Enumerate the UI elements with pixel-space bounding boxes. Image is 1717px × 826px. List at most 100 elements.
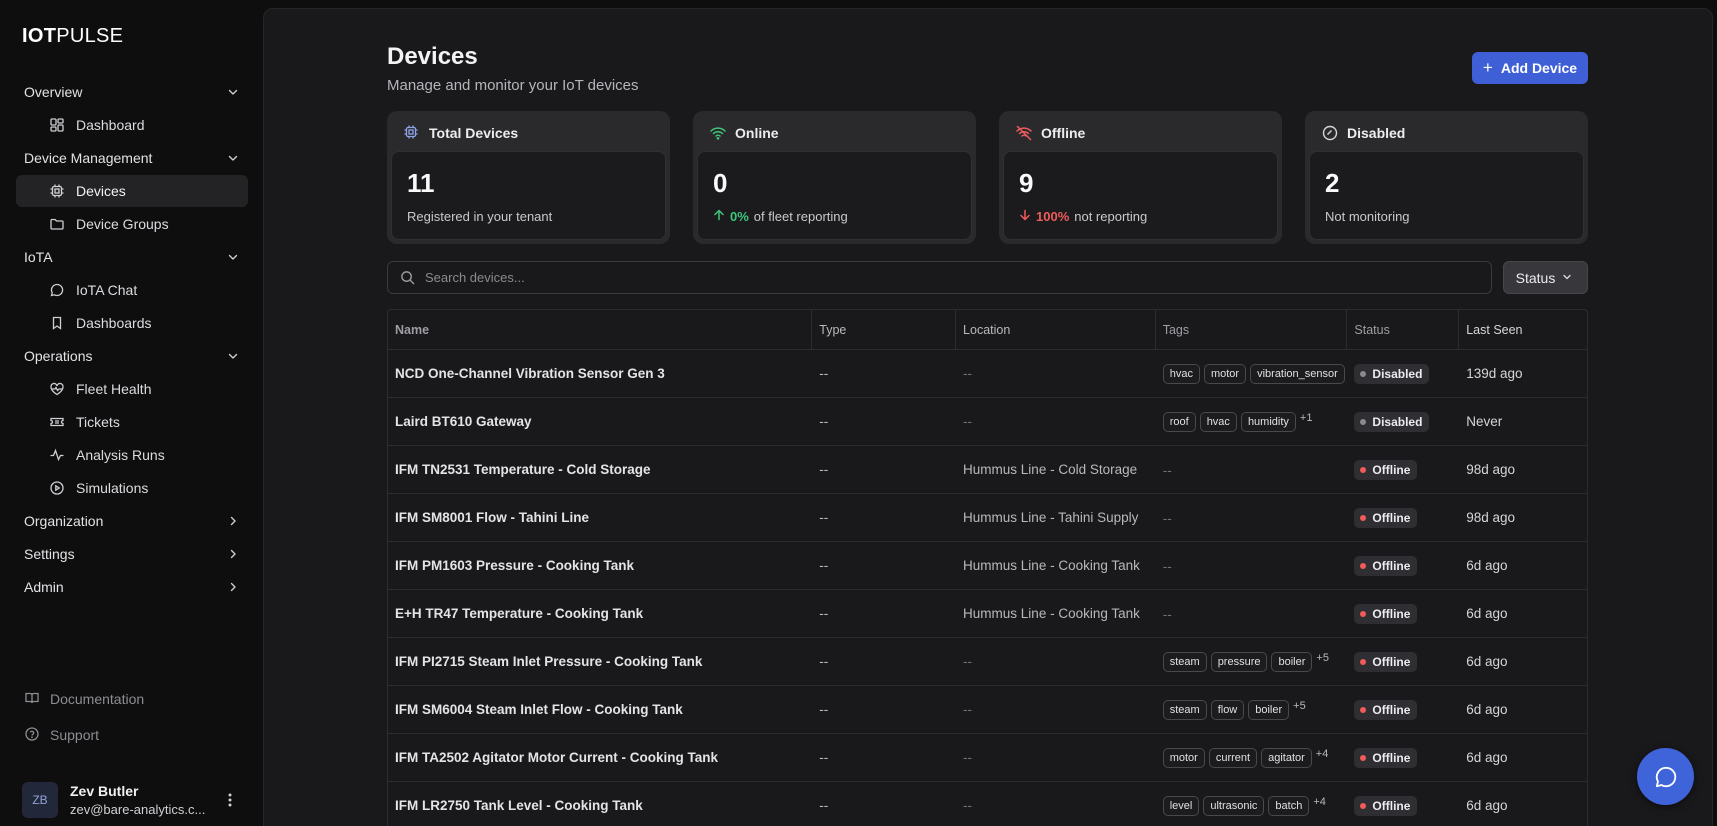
table-row[interactable]: NCD One-Channel Vibration Sensor Gen 3 --… xyxy=(388,350,1587,398)
stat-description-text: Not monitoring xyxy=(1325,209,1410,224)
status-cell: Offline xyxy=(1347,686,1459,733)
sidebar-item-label: Analysis Runs xyxy=(76,447,165,463)
device-name[interactable]: E+H TR47 Temperature - Cooking Tank xyxy=(388,590,812,637)
nav-section-iota[interactable]: IoTA xyxy=(16,242,248,272)
sidebar-item-label: Dashboards xyxy=(76,315,152,331)
device-location: -- xyxy=(963,366,973,381)
status-badge: Disabled xyxy=(1354,411,1430,432)
sidebar-link-documentation[interactable]: Documentation xyxy=(16,684,248,714)
nav-section-admin[interactable]: Admin xyxy=(16,572,248,602)
sidebar-item-fleet-health[interactable]: Fleet Health xyxy=(16,373,248,405)
device-name[interactable]: IFM PI2715 Steam Inlet Pressure - Cookin… xyxy=(388,638,812,685)
device-location: Hummus Line - Cooking Tank xyxy=(963,558,1140,573)
table-row[interactable]: IFM SM6004 Steam Inlet Flow - Cooking Ta… xyxy=(388,686,1587,734)
nav-section-label: Overview xyxy=(24,84,83,100)
device-name[interactable]: NCD One-Channel Vibration Sensor Gen 3 xyxy=(388,350,812,397)
last-seen: 6d ago xyxy=(1466,798,1508,813)
nav-section-settings[interactable]: Settings xyxy=(16,539,248,569)
column-header-tags[interactable]: Tags xyxy=(1156,310,1348,349)
table-row[interactable]: IFM PI2715 Steam Inlet Pressure - Cookin… xyxy=(388,638,1587,686)
column-header-last-seen[interactable]: Last Seen xyxy=(1459,310,1587,349)
device-name[interactable]: IFM SM6004 Steam Inlet Flow - Cooking Ta… xyxy=(388,686,812,733)
sidebar-item-label: Fleet Health xyxy=(76,381,152,397)
sidebar-item-label: Simulations xyxy=(76,480,149,496)
sidebar-item-label: Dashboard xyxy=(76,117,145,133)
folder-icon xyxy=(48,215,66,233)
sidebar-item-analysis-runs[interactable]: Analysis Runs xyxy=(16,439,248,471)
sidebar-item-dashboards[interactable]: Dashboards xyxy=(16,307,248,339)
last-seen: 98d ago xyxy=(1466,510,1516,525)
search-input[interactable] xyxy=(425,270,1425,285)
last-seen: 6d ago xyxy=(1466,702,1508,717)
device-name[interactable]: Laird BT610 Gateway xyxy=(388,398,812,445)
device-location: Hummus Line - Tahini Supply xyxy=(963,510,1139,525)
sidebar-link-support[interactable]: Support xyxy=(16,720,248,750)
device-type: -- xyxy=(819,366,829,381)
table-row[interactable]: IFM TN2531 Temperature - Cold Storage -- H… xyxy=(388,446,1587,494)
status-cell: Offline xyxy=(1347,638,1459,685)
status-filter-button[interactable]: Status xyxy=(1503,261,1588,294)
device-name[interactable]: IFM TN2531 Temperature - Cold Storage xyxy=(388,446,812,493)
more-tags-count: +1 xyxy=(1299,412,1313,424)
device-name[interactable]: IFM TA2502 Agitator Motor Current - Cook… xyxy=(388,734,812,781)
chat-fab-button[interactable] xyxy=(1637,748,1694,805)
column-header-type[interactable]: Type xyxy=(812,310,957,349)
nav-section-overview[interactable]: Overview xyxy=(16,77,248,107)
more-options-icon[interactable] xyxy=(222,790,238,810)
stat-description: Not monitoring xyxy=(1325,209,1410,224)
nav-section-organization[interactable]: Organization xyxy=(16,506,248,536)
device-tags: -- xyxy=(1156,494,1348,541)
stat-description-text: Registered in your tenant xyxy=(407,209,553,224)
status-cell: Offline xyxy=(1347,782,1459,826)
device-location: -- xyxy=(963,798,973,813)
tag-chip: boiler xyxy=(1271,652,1313,672)
status-label: Offline xyxy=(1372,750,1411,765)
sidebar-item-label: Tickets xyxy=(76,414,120,430)
bookmark-icon xyxy=(48,314,66,332)
search-box[interactable] xyxy=(387,261,1492,294)
sidebar-item-devices[interactable]: Devices xyxy=(16,175,248,207)
tag-chip: flow xyxy=(1210,700,1245,720)
empty-tags: -- xyxy=(1162,510,1172,526)
device-type: -- xyxy=(819,414,829,429)
chevron-down-icon xyxy=(1561,271,1575,285)
sidebar-item-tickets[interactable]: Tickets xyxy=(16,406,248,438)
device-type: -- xyxy=(819,606,829,621)
sidebar-item-simulations[interactable]: Simulations xyxy=(16,472,248,504)
device-type: -- xyxy=(819,702,829,717)
table-row[interactable]: IFM LR2750 Tank Level - Cooking Tank -- --… xyxy=(388,782,1587,826)
table-header: Name Type Location Tags Status Last Seen xyxy=(388,310,1587,350)
table-row[interactable]: E+H TR47 Temperature - Cooking Tank -- Hum… xyxy=(388,590,1587,638)
tag-chip: current xyxy=(1208,748,1258,768)
device-name[interactable]: IFM LR2750 Tank Level - Cooking Tank xyxy=(388,782,812,826)
column-header-location[interactable]: Location xyxy=(956,310,1156,349)
table-row[interactable]: IFM PM1603 Pressure - Cooking Tank -- Humm… xyxy=(388,542,1587,590)
nav-section-device-management[interactable]: Device Management xyxy=(16,143,248,173)
table-row[interactable]: IFM TA2502 Agitator Motor Current - Cook… xyxy=(388,734,1587,782)
play-circle-icon xyxy=(48,479,66,497)
column-header-status[interactable]: Status xyxy=(1347,310,1460,349)
device-tags: -- xyxy=(1156,542,1348,589)
chevron-right-icon xyxy=(226,580,240,594)
sidebar-item-device-groups[interactable]: Device Groups xyxy=(16,208,248,240)
device-tags: -- xyxy=(1156,590,1348,637)
status-cell: Offline xyxy=(1347,446,1459,493)
table-row[interactable]: Laird BT610 Gateway -- -- roof hvac humidity +… xyxy=(388,398,1587,446)
chevron-right-icon xyxy=(226,514,240,528)
table-row[interactable]: IFM SM8001 Flow - Tahini Line -- Hummus Li… xyxy=(388,494,1587,542)
stat-value: 2 xyxy=(1325,168,1340,198)
tag-chip: motor xyxy=(1162,748,1205,768)
sidebar-item-label: IoTA Chat xyxy=(76,282,138,298)
user-profile[interactable]: ZB Zev Butler zev@bare-analytics.c... xyxy=(16,780,248,820)
nav-section-operations[interactable]: Operations xyxy=(16,341,248,371)
nav-section-label: Admin xyxy=(24,579,64,595)
column-header-name[interactable]: Name xyxy=(388,310,813,349)
app-logo[interactable]: IOTPULSE xyxy=(22,25,123,48)
status-badge: Offline xyxy=(1354,555,1418,576)
sidebar-item-iota-chat[interactable]: IoTA Chat xyxy=(16,274,248,306)
device-name[interactable]: IFM SM8001 Flow - Tahini Line xyxy=(388,494,812,541)
device-name[interactable]: IFM PM1603 Pressure - Cooking Tank xyxy=(388,542,812,589)
sidebar-item-dashboard[interactable]: Dashboard xyxy=(16,109,248,141)
add-device-button[interactable]: + Add Device xyxy=(1472,52,1588,84)
ticket-icon xyxy=(48,413,66,431)
